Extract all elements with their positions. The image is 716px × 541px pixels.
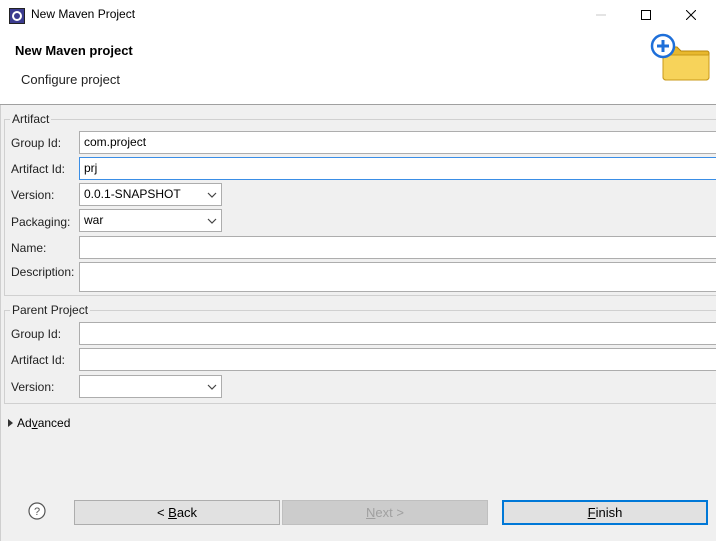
chevron-down-icon: [207, 384, 217, 390]
packaging-value: war: [84, 213, 104, 227]
parent-version-combo[interactable]: [79, 375, 222, 398]
version-value: 0.0.1-SNAPSHOT: [84, 187, 181, 201]
new-folder-icon: [650, 33, 710, 81]
wizard-subtitle: Configure project: [21, 72, 120, 87]
window-title: New Maven Project: [31, 7, 136, 21]
parent-group-id-label: Group Id:: [11, 327, 62, 341]
chevron-down-icon: [207, 192, 217, 198]
finish-button[interactable]: Finish: [502, 500, 708, 525]
next-button[interactable]: Next >: [282, 500, 488, 525]
minimize-button[interactable]: [578, 0, 623, 30]
group-id-field[interactable]: com.project: [79, 131, 716, 154]
maximize-button[interactable]: [623, 0, 668, 30]
advanced-label: Advanced: [17, 416, 71, 430]
expand-triangle-icon: [8, 419, 13, 427]
svg-text:?: ?: [34, 506, 40, 518]
close-button[interactable]: [668, 0, 713, 30]
chevron-down-icon: [207, 218, 217, 224]
title-bar: New Maven Project: [0, 0, 716, 31]
parent-version-label: Version:: [11, 380, 55, 394]
advanced-expander[interactable]: Advanced: [8, 416, 70, 430]
name-field[interactable]: [79, 236, 716, 259]
packaging-label: Packaging:: [11, 215, 71, 229]
description-field[interactable]: [79, 262, 716, 292]
maximize-icon: [640, 10, 651, 20]
version-combo[interactable]: 0.0.1-SNAPSHOT: [79, 183, 222, 206]
back-button[interactable]: < Back: [74, 500, 280, 525]
eclipse-app-icon: [9, 8, 25, 24]
packaging-combo[interactable]: war: [79, 209, 222, 232]
help-icon[interactable]: ?: [28, 502, 46, 520]
parent-artifact-id-field[interactable]: [79, 348, 716, 371]
parent-artifact-id-label: Artifact Id:: [11, 353, 66, 367]
name-label: Name:: [11, 241, 47, 255]
minimize-icon: [595, 14, 606, 16]
artifact-id-label: Artifact Id:: [11, 162, 66, 176]
parent-project-group-title: Parent Project: [10, 303, 91, 317]
wizard-title: New Maven project: [15, 43, 133, 58]
version-label: Version:: [11, 188, 55, 202]
description-label: Description:: [11, 265, 75, 279]
artifact-group-title: Artifact: [10, 112, 52, 126]
group-id-label: Group Id:: [11, 136, 62, 150]
wizard-header: New Maven project Configure project: [0, 31, 716, 104]
close-icon: [685, 10, 696, 20]
parent-group-id-field[interactable]: [79, 322, 716, 345]
artifact-id-field[interactable]: prj: [79, 157, 716, 180]
